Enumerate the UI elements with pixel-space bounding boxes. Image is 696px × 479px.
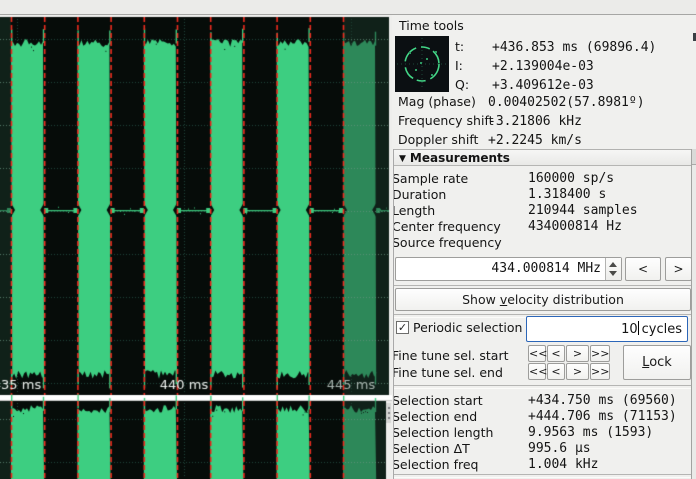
- fine-tune-start-buttons: <<<>>>: [528, 345, 611, 362]
- separator: [394, 385, 692, 389]
- measurement-value: 1.318400 s: [528, 187, 606, 202]
- fine-tune-step-button[interactable]: <<: [528, 363, 546, 380]
- selection-value: 995.6 µs: [528, 441, 591, 456]
- measurements-header[interactable]: ▼ Measurements: [394, 149, 692, 166]
- selection-info-rows: Selection start +434.750 ms (69560) Sele…: [394, 392, 692, 472]
- cursor-row: t:+436.853 ms (69896.4): [455, 39, 656, 58]
- selection-label: Selection end: [393, 409, 477, 424]
- fine-tune-step-button[interactable]: >>: [590, 345, 610, 362]
- shift-row-value: +2.2245 km/s: [488, 133, 582, 148]
- cursor-row-value: +3.409612e-03: [492, 78, 594, 93]
- cursor-readout: t:+436.853 ms (69896.4) I:+2.139004e-03 …: [455, 39, 656, 96]
- shift-row-label: Frequency shift: [398, 113, 488, 128]
- measurement-label: Sample rate: [393, 171, 468, 186]
- shift-row-value: 0.00402502(57.8981º): [488, 95, 645, 110]
- fine-tune-end-label: Fine tune sel. end: [393, 365, 503, 380]
- selection-row: Selection end +444.706 ms (71153): [394, 408, 692, 424]
- shift-row-label: Mag (phase): [398, 94, 488, 109]
- fine-tune-step-button[interactable]: <: [547, 363, 565, 380]
- fine-tune-step-button[interactable]: >: [566, 363, 589, 380]
- panel-scrollbar[interactable]: [691, 149, 696, 479]
- selection-row: Selection freq 1.004 kHz: [394, 456, 692, 472]
- show-velocity-distribution-button[interactable]: Show velocity distribution: [395, 288, 691, 311]
- measurement-row: Center frequency 434000814 Hz: [394, 218, 692, 234]
- periodic-selection-label: Periodic selection: [413, 320, 522, 335]
- selection-label: Selection freq: [393, 457, 478, 472]
- selection-value: +434.750 ms (69560): [528, 393, 677, 408]
- measurement-info-rows: Sample rate 160000 sp/s Duration 1.31840…: [394, 170, 692, 250]
- measurements-panel: ▼ Measurements Sample rate 160000 sp/s Du…: [393, 149, 692, 479]
- measurement-value: 210944 samples: [528, 203, 638, 218]
- frequency-spin-buttons[interactable]: [605, 258, 621, 280]
- cursor-row-label: t:: [455, 39, 492, 54]
- cursor-row-value: +2.139004e-03: [492, 59, 594, 74]
- fine-tune-step-button[interactable]: <<: [528, 345, 546, 362]
- measurement-value: 160000 sp/s: [528, 171, 614, 186]
- selection-label: Selection start: [393, 393, 483, 408]
- frequency-step-up-button[interactable]: >: [665, 257, 692, 281]
- lock-button[interactable]: Lock: [623, 345, 691, 380]
- app-window: Time tools t:+436.853 ms (69896.4): [0, 0, 696, 479]
- frequency-step-down-button[interactable]: <: [625, 257, 661, 281]
- cycles-value: 10: [621, 322, 638, 337]
- time-tools-title: Time tools: [399, 18, 464, 33]
- shift-row-value: -3.21806 kHz: [488, 114, 582, 129]
- fine-tune-end-buttons: <<<>>>: [528, 363, 611, 380]
- toolbar: [0, 0, 696, 15]
- fine-tune-step-button[interactable]: >: [566, 345, 589, 362]
- shift-readout: Mag (phase)0.00402502(57.8981º) Frequenc…: [398, 94, 645, 151]
- cursor-row: I:+2.139004e-03: [455, 58, 656, 77]
- measurement-row: Duration 1.318400 s: [394, 186, 692, 202]
- waveform-display[interactable]: [0, 15, 392, 479]
- shift-row: Mag (phase)0.00402502(57.8981º): [398, 94, 645, 113]
- selection-value: +444.706 ms (71153): [528, 409, 677, 424]
- shift-row: Frequency shift-3.21806 kHz: [398, 113, 645, 132]
- cursor-row-label: I:: [455, 58, 492, 73]
- text-cursor: [638, 321, 639, 335]
- fine-tune-step-button[interactable]: >>: [590, 363, 610, 380]
- iq-constellation-icon: [395, 36, 449, 92]
- measurement-label: Duration: [393, 187, 446, 202]
- right-panel: Time tools t:+436.853 ms (69896.4): [394, 15, 696, 479]
- measurement-label: Source frequency: [393, 235, 502, 250]
- measurement-label: Length: [393, 203, 435, 218]
- selection-row: Selection length 9.9563 ms (1593): [394, 424, 692, 440]
- measurement-row: Sample rate 160000 sp/s: [394, 170, 692, 186]
- frequency-value: 434.000814 MHz: [491, 261, 601, 276]
- selection-label: Selection ΔT: [393, 441, 470, 456]
- cursor-row-value: +436.853 ms (69896.4): [492, 40, 656, 55]
- measurement-row: Length 210944 samples: [394, 202, 692, 218]
- measurement-value: 434000814 Hz: [528, 219, 622, 234]
- measurement-label: Center frequency: [393, 219, 501, 234]
- frequency-spinbox[interactable]: 434.000814 MHz: [395, 257, 622, 281]
- measurements-header-label: Measurements: [410, 151, 510, 165]
- measurement-row: Source frequency: [394, 234, 692, 250]
- collapse-arrow-icon: ▼: [399, 154, 406, 164]
- cycles-input[interactable]: 10 cycles: [526, 316, 688, 342]
- fine-tune-start-label: Fine tune sel. start: [393, 348, 509, 363]
- selection-row: Selection ΔT 995.6 µs: [394, 440, 692, 456]
- selection-value: 1.004 kHz: [528, 457, 598, 472]
- separator: [394, 474, 692, 478]
- scrollbar-thumb[interactable]: [692, 149, 696, 165]
- selection-label: Selection length: [393, 425, 493, 440]
- spin-up-icon[interactable]: [609, 262, 617, 267]
- selection-value: 9.9563 ms (1593): [528, 425, 653, 440]
- selection-row: Selection start +434.750 ms (69560): [394, 392, 692, 408]
- cycles-suffix: cycles: [642, 322, 682, 337]
- fine-tune-step-button[interactable]: <: [547, 345, 565, 362]
- periodic-selection-checkbox[interactable]: ✓: [396, 321, 409, 334]
- shift-row-label: Doppler shift: [398, 132, 488, 147]
- spin-down-icon[interactable]: [609, 271, 617, 276]
- cursor-row-label: Q:: [455, 77, 492, 92]
